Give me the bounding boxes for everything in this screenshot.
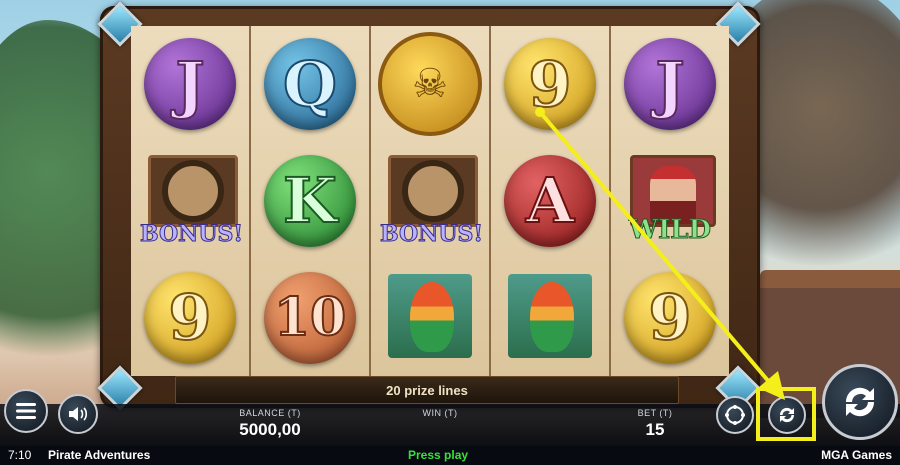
clock-time: 7:10 [8, 448, 32, 462]
game-title: Pirate Adventures [48, 448, 151, 462]
status-bar: 7:10 Pirate Adventures Press play MGA Ga… [0, 446, 900, 465]
annotation-arrow [535, 107, 785, 400]
provider-name: MGA Games [821, 448, 892, 462]
press-play-message: Press play [408, 448, 469, 462]
